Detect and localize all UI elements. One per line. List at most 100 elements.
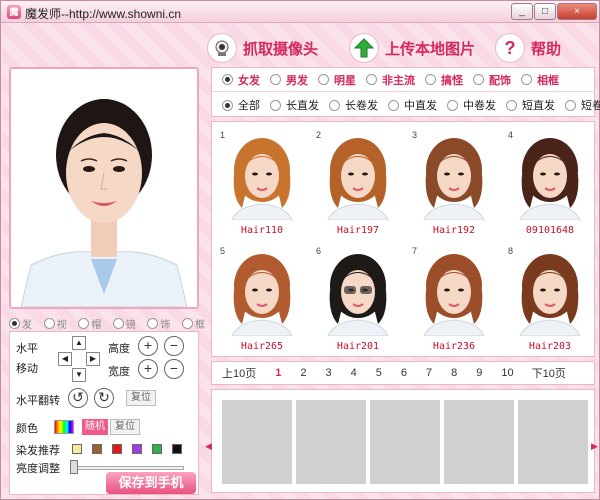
length-category-option[interactable]: 长卷发 — [329, 97, 378, 113]
hairstyle-number: 2 — [316, 130, 322, 140]
hairstyle-card[interactable]: 5 Hair265 — [218, 244, 306, 352]
length-category-option[interactable]: 中直发 — [388, 97, 437, 113]
option-hat[interactable]: 帽 — [78, 316, 101, 331]
move-down-button[interactable]: ▼ — [72, 368, 86, 382]
saved-slot[interactable] — [296, 400, 366, 484]
width-minus-button[interactable]: − — [164, 359, 184, 379]
hairstyle-card[interactable]: 2 Hair197 — [314, 128, 402, 236]
next-10-pages-link[interactable]: 下10页 — [532, 365, 566, 381]
radio-icon[interactable] — [270, 74, 281, 85]
radio-icon[interactable] — [222, 74, 233, 85]
maximize-button[interactable]: □ — [534, 3, 556, 20]
slots-next-icon[interactable]: ▶ — [591, 441, 598, 452]
width-plus-button[interactable]: + — [138, 359, 158, 379]
page-link[interactable]: 3 — [326, 367, 332, 379]
page-link[interactable]: 1 — [275, 367, 281, 379]
page-link[interactable]: 7 — [426, 367, 432, 379]
page-link[interactable]: 4 — [351, 367, 357, 379]
help-button[interactable]: ? 帮助 — [495, 31, 561, 65]
color-palette-icon[interactable] — [54, 420, 74, 434]
prev-10-pages-link[interactable]: 上10页 — [222, 365, 256, 381]
main-category-option[interactable]: 明星 — [318, 72, 356, 88]
dye-swatch[interactable] — [152, 444, 162, 454]
hairstyle-card[interactable]: 8 Hair203 — [506, 244, 594, 352]
dye-swatch[interactable] — [172, 444, 182, 454]
option-hair[interactable]: 发 — [9, 316, 32, 331]
saved-slot[interactable] — [518, 400, 588, 484]
slots-prev-icon[interactable]: ◀ — [205, 441, 212, 452]
option-view[interactable]: 视 — [43, 316, 67, 331]
radio-icon[interactable] — [318, 74, 329, 85]
saved-slot[interactable] — [444, 400, 514, 484]
saved-slots — [211, 389, 595, 493]
radio-icon[interactable] — [565, 99, 576, 111]
option-glasses[interactable]: 镜 — [112, 316, 136, 331]
page-link[interactable]: 2 — [300, 367, 306, 379]
height-minus-button[interactable]: − — [164, 336, 184, 356]
saved-slot[interactable] — [222, 400, 292, 484]
rotate-left-icon[interactable]: ↺ — [68, 388, 88, 408]
title-bar[interactable]: 魔 魔发师--http://www.showni.cn _ □ × — [1, 1, 599, 23]
main-category-option[interactable]: 配饰 — [473, 72, 511, 88]
radio-icon[interactable] — [329, 99, 340, 111]
length-category-option[interactable]: 中卷发 — [447, 97, 496, 113]
page-link[interactable]: 6 — [401, 367, 407, 379]
main-category-label: 相框 — [537, 74, 559, 87]
radio-icon[interactable] — [473, 74, 484, 85]
dye-swatch[interactable] — [132, 444, 142, 454]
radio-icon[interactable] — [425, 74, 436, 85]
radio-icon[interactable] — [270, 99, 281, 111]
radio-icon[interactable] — [521, 74, 532, 85]
brightness-slider-thumb[interactable] — [70, 460, 78, 474]
color-reset-button[interactable]: 复位 — [110, 419, 140, 435]
main-category-option[interactable]: 搞怪 — [425, 72, 463, 88]
main-category-option[interactable]: 男发 — [270, 72, 308, 88]
camera-capture-button[interactable]: 抓取摄像头 — [207, 31, 318, 65]
option-frame[interactable]: 框 — [181, 316, 205, 331]
hairstyle-thumbnail — [423, 254, 485, 336]
main-category-option[interactable]: 相框 — [521, 72, 559, 88]
hairstyle-card[interactable]: 6 Hair201 — [314, 244, 402, 352]
minimize-button[interactable]: _ — [511, 3, 533, 20]
move-up-button[interactable]: ▲ — [72, 336, 86, 350]
hairstyle-card[interactable]: 4 09101648 — [506, 128, 594, 236]
radio-icon[interactable] — [388, 99, 399, 111]
random-color-button[interactable]: 随机 — [82, 419, 108, 435]
hairstyle-number: 8 — [508, 246, 514, 256]
hairstyle-card[interactable]: 3 Hair192 — [410, 128, 498, 236]
main-category-option[interactable]: 非主流 — [366, 72, 415, 88]
radio-icon[interactable] — [366, 74, 377, 85]
main-category-option[interactable]: 女发 — [222, 72, 260, 88]
close-button[interactable]: × — [557, 3, 597, 20]
page-link[interactable]: 9 — [476, 367, 482, 379]
length-category-label: 全部 — [238, 100, 260, 112]
horizontal-label: 水平 — [16, 343, 38, 355]
page-link[interactable]: 8 — [451, 367, 457, 379]
length-category-option[interactable]: 长直发 — [270, 97, 319, 113]
hairstyle-card[interactable]: 1 Hair110 — [218, 128, 306, 236]
save-to-phone-button[interactable]: 保存到手机 — [106, 472, 196, 494]
rotate-right-icon[interactable]: ↻ — [94, 388, 114, 408]
radio-icon[interactable] — [447, 99, 458, 111]
brightness-slider-track[interactable] — [74, 466, 184, 470]
upload-image-button[interactable]: 上传本地图片 — [349, 31, 475, 65]
page-link[interactable]: 10 — [501, 367, 513, 379]
dye-swatch[interactable] — [92, 444, 102, 454]
radio-icon[interactable] — [222, 99, 233, 111]
move-left-button[interactable]: ◀ — [58, 352, 72, 366]
dye-swatch[interactable] — [72, 444, 82, 454]
move-right-button[interactable]: ▶ — [86, 352, 100, 366]
length-category-option[interactable]: 短卷发 — [565, 97, 600, 113]
photo-preview[interactable] — [9, 67, 199, 309]
flip-reset-button[interactable]: 复位 — [126, 390, 156, 406]
length-category-option[interactable]: 短直发 — [506, 97, 555, 113]
dye-swatch[interactable] — [112, 444, 122, 454]
option-accessory[interactable]: 饰 — [147, 316, 170, 331]
saved-slot[interactable] — [370, 400, 440, 484]
hairstyle-card[interactable]: 7 Hair236 — [410, 244, 498, 352]
radio-icon[interactable] — [506, 99, 517, 111]
hairstyle-thumbnail — [231, 138, 293, 220]
page-link[interactable]: 5 — [376, 367, 382, 379]
length-category-option[interactable]: 全部 — [222, 97, 260, 113]
height-plus-button[interactable]: + — [138, 336, 158, 356]
